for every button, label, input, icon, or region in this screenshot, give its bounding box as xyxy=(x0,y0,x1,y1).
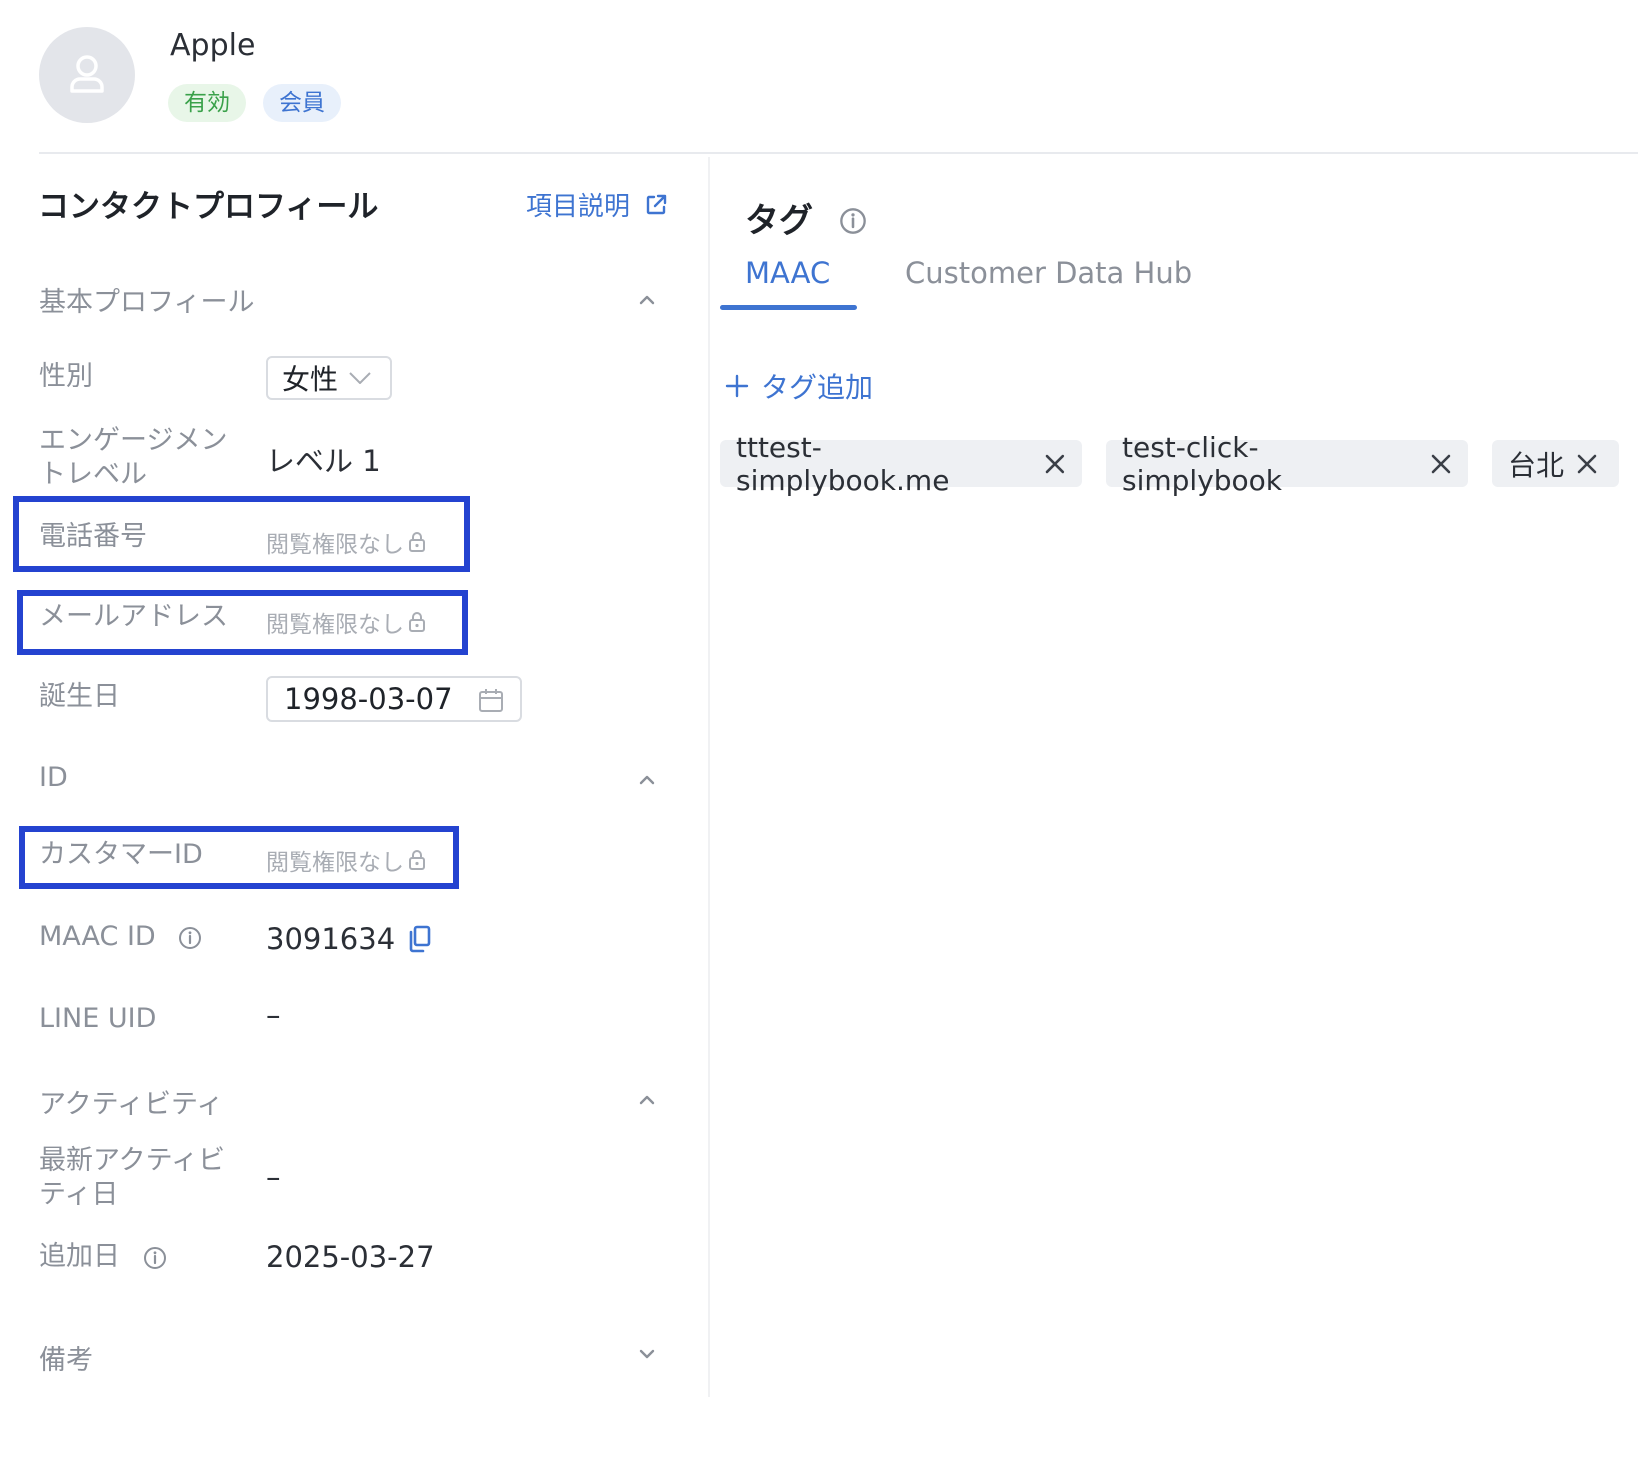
status-badge-active: 有効 xyxy=(168,84,246,122)
maac-id-label: MAAC ID xyxy=(39,920,202,954)
copy-icon[interactable] xyxy=(407,925,431,953)
tags-title-text: タグ xyxy=(745,201,813,241)
field-description-link[interactable]: 項目説明 xyxy=(526,186,668,223)
birthday-date-input[interactable]: 1998-03-07 xyxy=(266,676,522,722)
lock-icon xyxy=(409,850,425,870)
birthday-label: 誕生日 xyxy=(39,681,120,712)
line-uid-value: – xyxy=(266,998,281,1032)
tag-chip: tttest-simplybook.me xyxy=(720,431,1082,497)
user-icon xyxy=(70,55,104,93)
maac-id-label-text: MAAC ID xyxy=(39,921,156,952)
active-tab-indicator xyxy=(720,305,857,310)
tag-label: test-click-simplybook xyxy=(1122,430,1283,497)
line-uid-label: LINE UID xyxy=(39,1003,157,1034)
maac-id-field: 3091634 xyxy=(266,922,431,956)
close-icon[interactable] xyxy=(1576,453,1598,475)
email-value: 閲覧権限なし xyxy=(266,612,404,638)
section-activity[interactable]: アクティビティ xyxy=(39,1082,223,1121)
avatar xyxy=(39,27,135,123)
section-basic-profile[interactable]: 基本プロフィール xyxy=(39,280,254,319)
tag-chip: 台北 xyxy=(1492,440,1619,487)
gender-label: 性別 xyxy=(39,361,93,392)
add-tag-label: タグ追加 xyxy=(761,371,874,404)
chevron-down-icon xyxy=(349,372,371,384)
close-icon[interactable] xyxy=(1430,453,1452,475)
phone-label: 電話番号 xyxy=(39,521,147,552)
customer-id-no-permission: 閲覧権限なし xyxy=(266,843,426,877)
maac-id-value: 3091634 xyxy=(266,922,396,956)
tag-label: 台北 xyxy=(1508,448,1565,482)
status-badge-member: 会員 xyxy=(263,84,341,122)
close-icon[interactable] xyxy=(1044,453,1066,475)
profile-panel-title: コンタクトプロフィール xyxy=(38,189,379,225)
calendar-icon xyxy=(479,689,503,712)
phone-no-permission: 閲覧権限なし xyxy=(266,525,426,559)
gender-select[interactable]: 女性 xyxy=(266,356,392,400)
phone-value: 閲覧権限なし xyxy=(266,532,404,558)
section-notes[interactable]: 備考 xyxy=(39,1338,93,1377)
added-date-value: 2025-03-27 xyxy=(266,1240,435,1274)
engagement-label-line1: エンゲージメン xyxy=(39,425,228,456)
last-activity-label-line1: 最新アクティビ xyxy=(39,1145,226,1176)
last-activity-label: 最新アクティビ ティ日 xyxy=(39,1144,225,1212)
info-icon[interactable] xyxy=(839,207,867,235)
last-activity-label-line2: ティ日 xyxy=(39,1179,119,1210)
contact-name: Apple xyxy=(170,28,256,63)
chevron-up-icon[interactable] xyxy=(637,290,657,310)
added-date-label-text: 追加日 xyxy=(39,1241,120,1272)
gender-value: 女性 xyxy=(282,363,339,396)
lock-icon xyxy=(409,532,425,552)
external-link-icon xyxy=(646,194,667,214)
engagement-level-label: エンゲージメン トレベル xyxy=(39,424,227,492)
header-divider xyxy=(39,152,1638,154)
tags-panel-title: タグ xyxy=(745,193,867,242)
birthday-value: 1998-03-07 xyxy=(284,682,453,716)
chevron-down-icon[interactable] xyxy=(637,1344,657,1364)
engagement-level-value: レベル 1 xyxy=(266,444,381,478)
section-id[interactable]: ID xyxy=(39,762,68,793)
customer-id-value: 閲覧権限なし xyxy=(266,850,404,876)
email-label: メールアドレス xyxy=(39,601,228,632)
last-activity-value: – xyxy=(266,1160,281,1194)
add-tag-button[interactable]: タグ追加 xyxy=(725,366,873,406)
email-no-permission: 閲覧権限なし xyxy=(266,605,426,639)
customer-id-label: カスタマーID xyxy=(39,839,203,870)
chevron-up-icon[interactable] xyxy=(637,1090,657,1110)
tag-chip: test-click-simplybook xyxy=(1106,431,1468,497)
info-icon[interactable] xyxy=(143,1246,167,1270)
plus-icon xyxy=(725,374,749,398)
added-date-label: 追加日 xyxy=(39,1240,167,1274)
tab-customer-data-hub[interactable]: Customer Data Hub xyxy=(905,256,1192,290)
lock-icon xyxy=(409,612,425,632)
chevron-up-icon[interactable] xyxy=(637,770,657,790)
tab-maac[interactable]: MAAC xyxy=(745,256,830,290)
engagement-label-line2: トレベル xyxy=(39,459,147,490)
field-description-label: 項目説明 xyxy=(526,192,631,222)
tag-label: tttest-simplybook.me xyxy=(736,430,950,497)
panel-divider xyxy=(708,157,710,1397)
info-icon[interactable] xyxy=(178,926,202,950)
